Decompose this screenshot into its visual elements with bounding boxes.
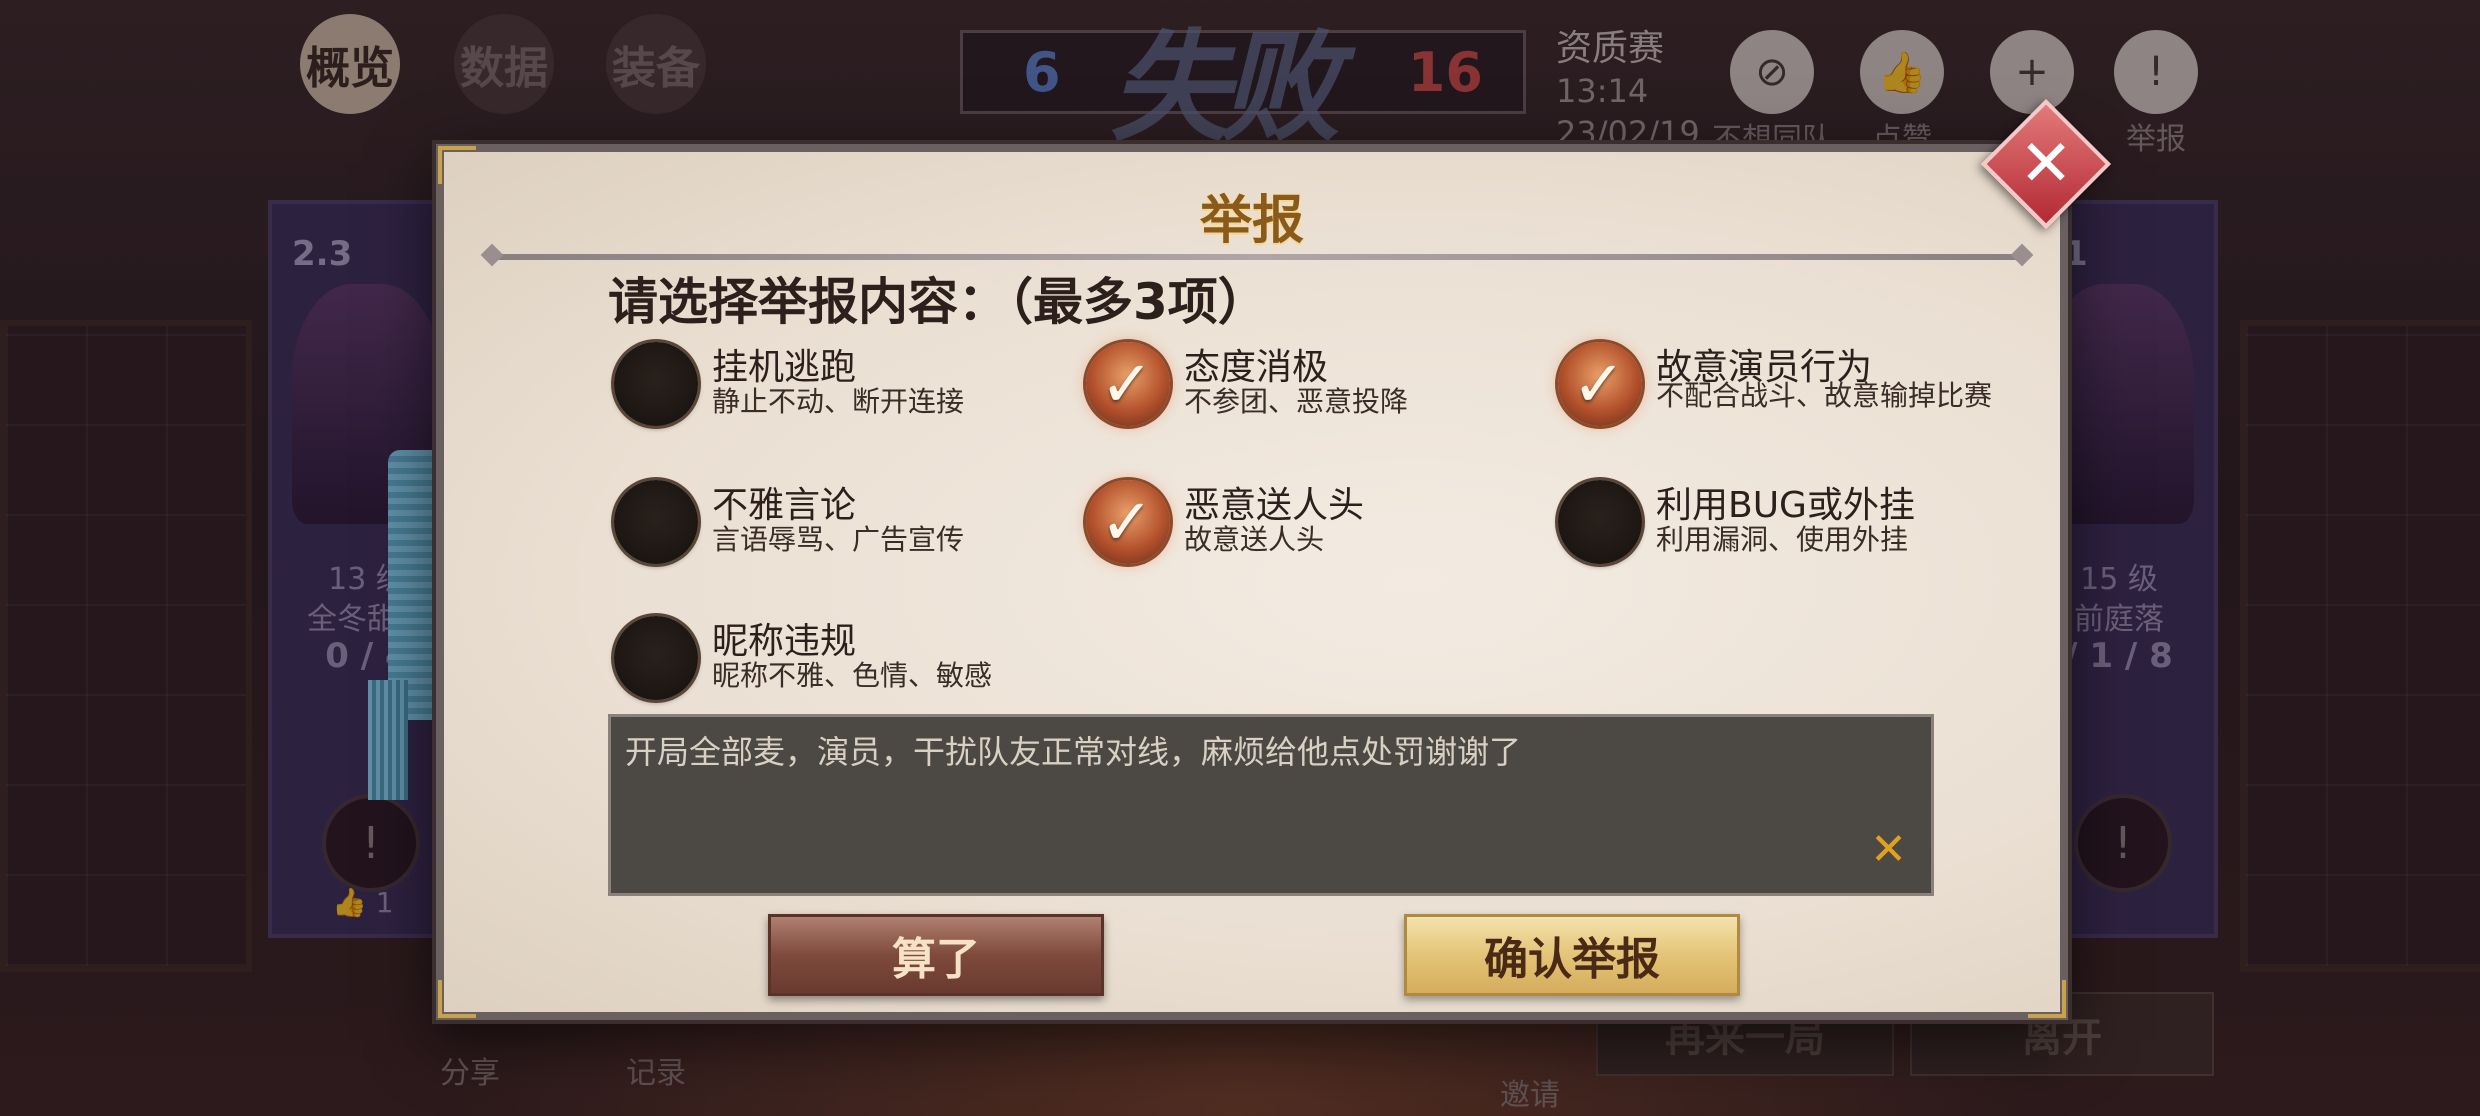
- dialog-title: 举报: [1199, 191, 1304, 251]
- report-option-afk[interactable]: 挂机逃跑 静止不动、断开连接: [614, 342, 1074, 442]
- report-prompt: 请选择举报内容：（最多3项）: [608, 273, 1268, 331]
- title-divider: [494, 254, 2020, 260]
- report-option-feeding[interactable]: ✓ 恶意送人头 故意送人头: [1086, 480, 1546, 580]
- option-desc: 不配合战斗、故意输掉比赛: [1656, 379, 1993, 412]
- checkmark-icon: ✓: [1100, 348, 1154, 422]
- report-option-nickname[interactable]: 昵称违规 昵称不雅、色情、敏感: [614, 616, 1074, 716]
- confirm-report-button[interactable]: 确认举报: [1404, 914, 1740, 996]
- option-desc: 故意送人头: [1184, 523, 1325, 556]
- option-label: 态度消极: [1184, 347, 1329, 388]
- tassel-fringe-decoration: [368, 680, 408, 800]
- report-option-abuse[interactable]: 不雅言论 言语辱骂、广告宣传: [614, 480, 1074, 580]
- report-reason-field[interactable]: 开局全部麦，演员，干扰队友正常对线，麻烦给他点处罚谢谢了 ✕: [608, 714, 1934, 896]
- report-dialog: 举报 请选择举报内容：（最多3项） 挂机逃跑 静止不动、断开连接 ✓ 态度消极 …: [436, 144, 2068, 1020]
- checkmark-icon: ✓: [1572, 348, 1626, 422]
- corner-ornament: [438, 980, 476, 1018]
- option-desc: 昵称不雅、色情、敏感: [712, 659, 993, 692]
- checkbox-unchecked[interactable]: [614, 342, 698, 426]
- option-label: 昵称违规: [712, 621, 857, 662]
- report-option-negative[interactable]: ✓ 态度消极 不参团、恶意投降: [1086, 342, 1546, 442]
- option-label: 挂机逃跑: [712, 347, 857, 388]
- checkbox-checked[interactable]: ✓: [1558, 342, 1642, 426]
- checkbox-unchecked[interactable]: [614, 616, 698, 700]
- checkbox-checked[interactable]: ✓: [1086, 480, 1170, 564]
- option-label: 不雅言论: [712, 485, 857, 526]
- clear-text-icon[interactable]: ✕: [1870, 824, 1907, 875]
- report-option-cheating[interactable]: 利用BUG或外挂 利用漏洞、使用外挂: [1558, 480, 2018, 580]
- cancel-button[interactable]: 算了: [768, 914, 1104, 996]
- close-icon: ✕: [2019, 127, 2073, 201]
- corner-ornament: [2028, 980, 2066, 1018]
- checkmark-icon: ✓: [1100, 486, 1154, 560]
- option-label: 恶意送人头: [1184, 485, 1365, 526]
- report-option-throwing[interactable]: ✓ 故意演员行为 不配合战斗、故意输掉比赛: [1558, 342, 2018, 442]
- checkbox-unchecked[interactable]: [1558, 480, 1642, 564]
- option-desc: 言语辱骂、广告宣传: [712, 523, 965, 556]
- option-desc: 静止不动、断开连接: [712, 385, 965, 418]
- report-reason-text: 开局全部麦，演员，干扰队友正常对线，麻烦给他点处罚谢谢了: [625, 733, 1522, 771]
- option-label: 利用BUG或外挂: [1656, 485, 1915, 526]
- checkbox-checked[interactable]: ✓: [1086, 342, 1170, 426]
- option-desc: 不参团、恶意投降: [1184, 385, 1409, 418]
- checkbox-unchecked[interactable]: [614, 480, 698, 564]
- option-desc: 利用漏洞、使用外挂: [1656, 523, 1909, 556]
